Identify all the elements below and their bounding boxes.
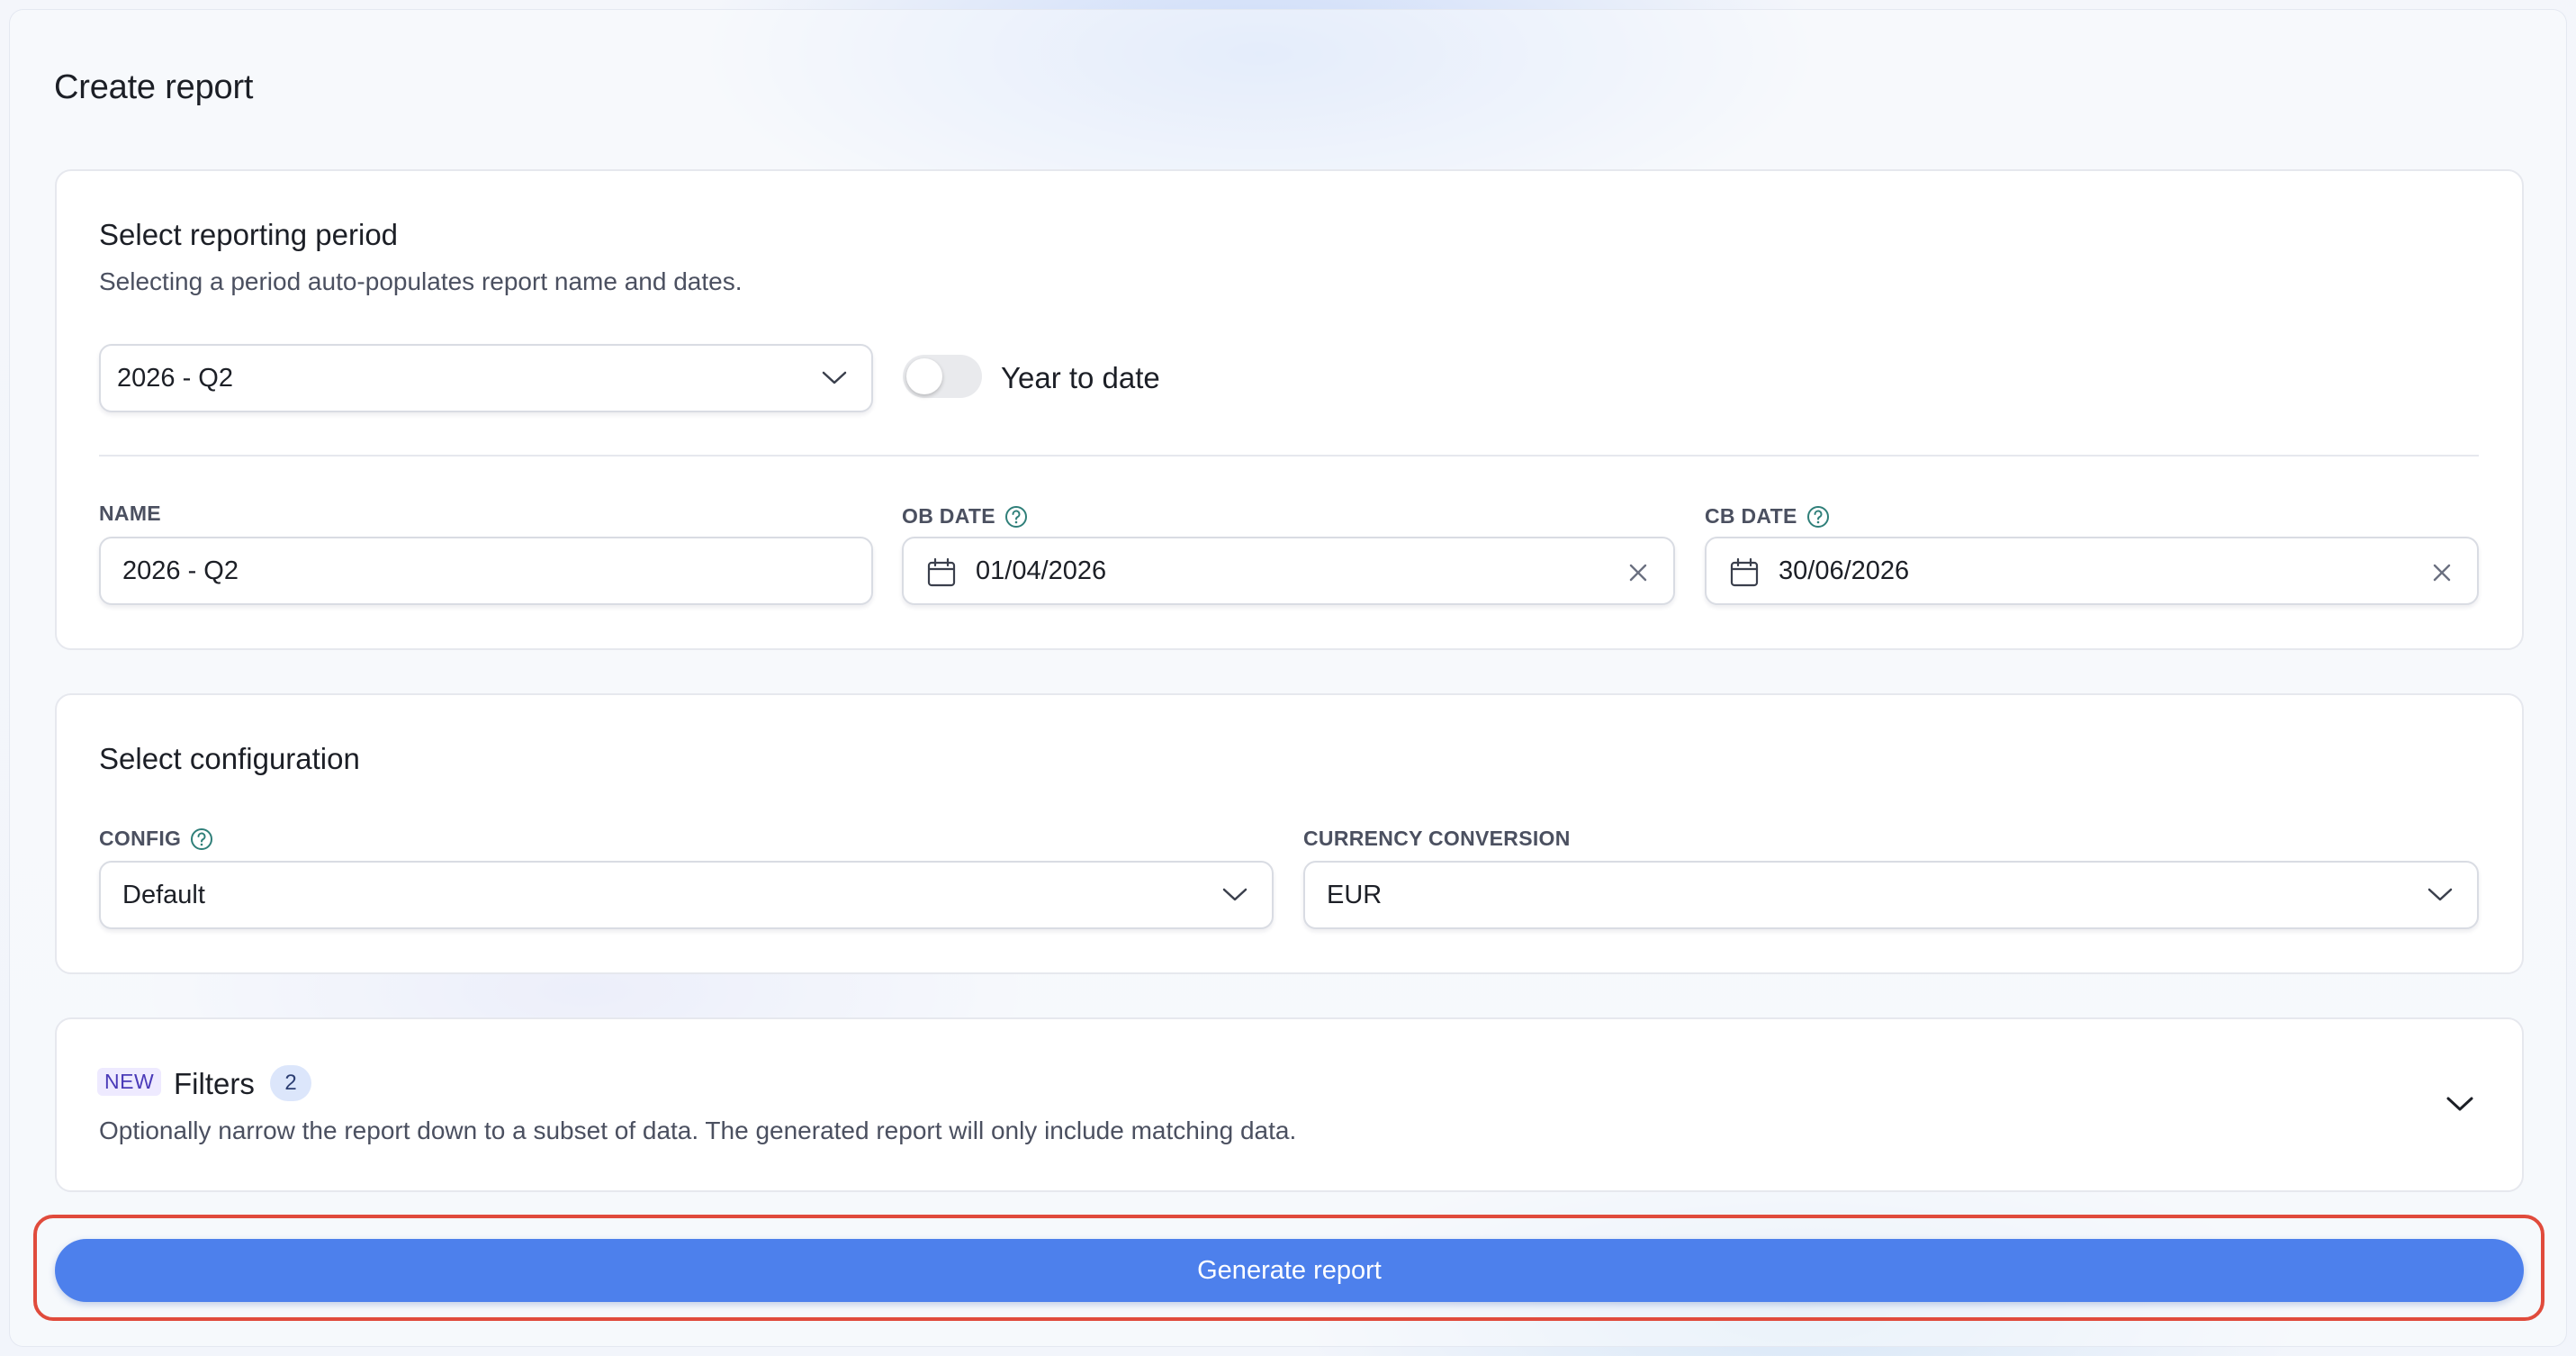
cb-date-label: CB DATE <box>1705 504 1830 529</box>
config-label: CONFIG <box>99 827 213 851</box>
reporting-period-title: Select reporting period <box>99 218 399 251</box>
config-select[interactable]: Default <box>99 861 1274 929</box>
name-input-value: 2026 - Q2 <box>122 556 239 585</box>
config-label-text: CONFIG <box>99 827 182 850</box>
cb-date-input[interactable]: 30/06/2026 <box>1705 537 2479 605</box>
chevron-down-icon <box>822 371 847 384</box>
filters-title: Filters <box>174 1067 255 1100</box>
ob-date-value: 01/04/2026 <box>976 556 1107 585</box>
reporting-period-subtitle: Selecting a period auto-populates report… <box>99 267 743 295</box>
cb-date-value: 30/06/2026 <box>1779 556 1910 585</box>
chevron-down-icon <box>1222 888 1247 901</box>
new-badge: NEW <box>97 1068 162 1096</box>
currency-conversion-select[interactable]: EUR <box>1303 861 2479 929</box>
currency-conversion-label: CURRENCY CONVERSION <box>1303 827 1571 851</box>
filters-card[interactable] <box>55 1017 2524 1192</box>
help-icon[interactable] <box>1806 505 1830 529</box>
toggle-knob <box>906 358 942 394</box>
ob-date-input[interactable]: 01/04/2026 <box>902 537 1675 605</box>
page-title: Create report <box>54 68 254 106</box>
section-divider <box>99 455 2479 457</box>
name-label-text: NAME <box>99 502 161 525</box>
chevron-down-icon[interactable] <box>2445 1093 2475 1115</box>
calendar-icon <box>927 557 956 587</box>
filters-description: Optionally narrow the report down to a s… <box>99 1116 1297 1144</box>
period-select[interactable]: 2026 - Q2 <box>99 344 873 412</box>
configuration-title: Select configuration <box>99 742 360 775</box>
calendar-icon <box>1730 557 1759 587</box>
name-label: NAME <box>99 502 161 526</box>
configuration-card <box>55 693 2524 974</box>
help-icon[interactable] <box>190 827 213 851</box>
name-input[interactable]: 2026 - Q2 <box>99 537 873 605</box>
currency-label-text: CURRENCY CONVERSION <box>1303 827 1571 850</box>
chevron-down-icon <box>2427 888 2453 901</box>
year-to-date-toggle[interactable] <box>903 355 982 398</box>
year-to-date-label: Year to date <box>1001 361 1160 394</box>
currency-select-value: EUR <box>1327 880 1383 909</box>
config-select-value: Default <box>122 880 205 909</box>
help-icon[interactable] <box>1004 505 1028 529</box>
period-select-value: 2026 - Q2 <box>117 363 233 393</box>
ob-date-label: OB DATE <box>902 504 1028 529</box>
generate-report-button[interactable]: Generate report <box>55 1239 2524 1302</box>
ob-date-label-text: OB DATE <box>902 504 995 528</box>
close-icon[interactable] <box>1625 559 1652 586</box>
filters-count-badge: 2 <box>270 1065 311 1101</box>
cb-date-label-text: CB DATE <box>1705 504 1797 528</box>
close-icon[interactable] <box>2428 559 2455 586</box>
